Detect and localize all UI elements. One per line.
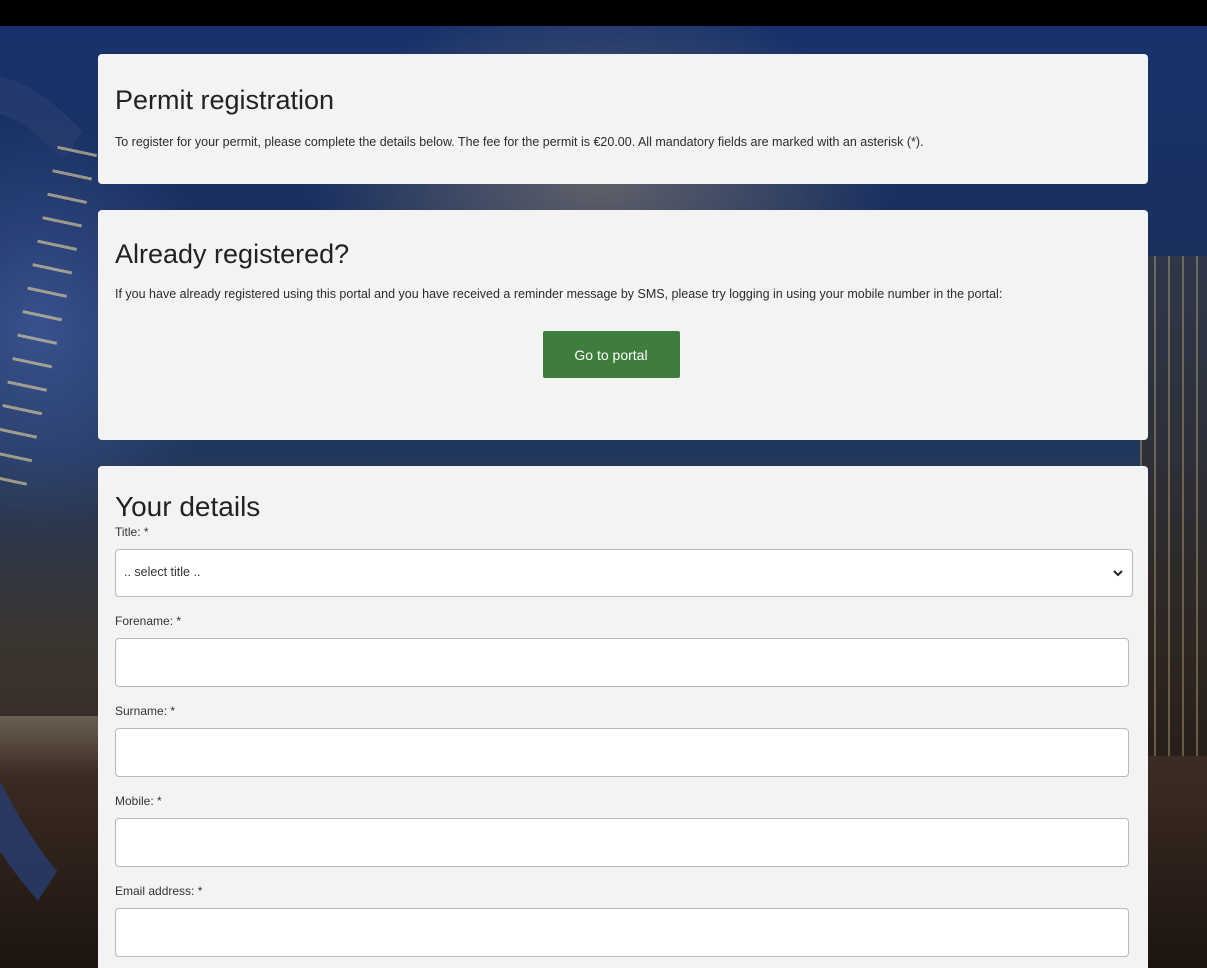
title-select-value: .. select title .. — [124, 565, 201, 579]
top-bar — [0, 0, 1207, 26]
background-road — [0, 716, 110, 776]
title-select[interactable]: .. select title .. — [115, 549, 1133, 597]
already-registered-description: If you have already registered using thi… — [115, 287, 1003, 301]
chevron-down-icon — [1112, 563, 1124, 583]
permit-registration-heading: Permit registration — [115, 85, 335, 115]
email-input[interactable] — [115, 908, 1129, 957]
already-registered-card: Already registered? If you have already … — [98, 210, 1148, 440]
mobile-input[interactable] — [115, 818, 1129, 867]
forename-label: Forename: * — [115, 614, 182, 628]
surname-label: Surname: * — [115, 704, 176, 718]
your-details-card: Your details Title: * .. select title ..… — [98, 466, 1148, 968]
permit-registration-description: To register for your permit, please comp… — [115, 135, 924, 149]
background-building — [1140, 256, 1207, 756]
go-to-portal-button[interactable]: Go to portal — [542, 331, 680, 378]
forename-input[interactable] — [115, 638, 1129, 687]
already-registered-heading: Already registered? — [115, 239, 350, 269]
email-label: Email address: * — [115, 884, 203, 898]
permit-registration-card: Permit registration To register for your… — [98, 54, 1148, 184]
mobile-label: Mobile: * — [115, 794, 162, 808]
title-label: Title: * — [115, 525, 149, 539]
your-details-heading: Your details — [115, 491, 261, 522]
surname-input[interactable] — [115, 728, 1129, 777]
